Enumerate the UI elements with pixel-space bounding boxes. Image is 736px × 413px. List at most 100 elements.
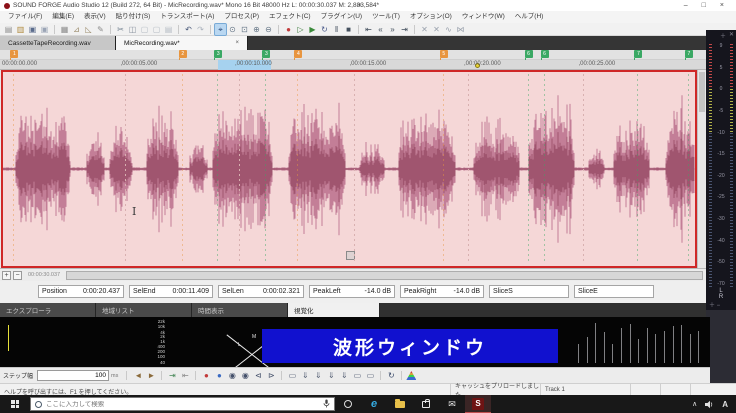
in-point-icon[interactable]: ⇥ (166, 370, 178, 382)
menu-item-1[interactable]: 編集(E) (47, 11, 79, 23)
event-tool-a-icon[interactable]: ✕ (419, 24, 430, 35)
undo-icon[interactable]: ↶ (183, 24, 194, 35)
display-mode-4-icon[interactable]: ⇓ (325, 370, 337, 382)
zoom-out-icon[interactable]: ⊖ (263, 24, 274, 35)
next-marker-icon[interactable]: ► (145, 370, 157, 382)
out-point-icon[interactable]: ⇤ (179, 370, 191, 382)
show-hidden-icons-chevron[interactable]: ∧ (692, 400, 697, 408)
go-to-start-icon[interactable]: ⇤ (363, 24, 374, 35)
tab-close-icon[interactable]: × (235, 40, 239, 46)
menu-item-5[interactable]: プロセス(P) (219, 11, 264, 23)
marker-flag-4[interactable]: 4 (294, 50, 302, 58)
edge-browser-button[interactable]: e (361, 395, 387, 413)
cut-icon[interactable]: ✂ (115, 24, 126, 35)
display-mode-2-icon[interactable]: ⇓ (299, 370, 311, 382)
menu-item-7[interactable]: プラグイン(U) (316, 11, 368, 23)
vertical-scrollbar-thumb[interactable] (699, 72, 705, 112)
taskbar-search-box[interactable] (30, 397, 335, 411)
marker-flag-1[interactable]: 1 (10, 50, 18, 58)
view-eye-left-icon[interactable]: ◉ (226, 370, 238, 382)
speaker-right-icon[interactable]: ⊳ (265, 370, 277, 382)
marker-flag-5[interactable]: 5 (440, 50, 448, 58)
minimize-icon[interactable]: – (684, 0, 688, 11)
trim-crop-icon[interactable]: ⊿ (71, 24, 82, 35)
sonogram-palette-icon[interactable] (406, 371, 416, 380)
stop-icon[interactable]: ■ (343, 24, 354, 35)
marker-flag-6[interactable]: 6 (541, 50, 549, 58)
step-width-input[interactable] (37, 370, 109, 381)
play-all-icon[interactable]: ▷ (295, 24, 306, 35)
crossfade-tool-icon[interactable]: ⋈ (455, 24, 466, 35)
panel-tab-3[interactable]: 視覚化 (288, 303, 380, 317)
meter-footer-controls[interactable]: ＋ − (709, 300, 720, 309)
save-file-icon[interactable]: ▣ (27, 24, 38, 35)
marker-bar[interactable]: 1 2 3 3 4 5 66 7 7 (0, 50, 706, 60)
menu-item-3[interactable]: 貼り付け(S) (111, 11, 156, 23)
zoom-out-button[interactable]: − (13, 271, 22, 280)
edit-tool-icon[interactable]: ⌖ (215, 24, 226, 35)
magnify-tool-icon[interactable]: ⊙ (227, 24, 238, 35)
new-file-icon[interactable]: ▤ (3, 24, 14, 35)
panel-tab-1[interactable]: 地域リスト (96, 303, 192, 317)
cortana-icon[interactable] (35, 401, 42, 408)
forward-icon[interactable]: » (387, 24, 398, 35)
panel-close-icon[interactable]: × (358, 3, 362, 9)
redo-icon[interactable]: ↷ (195, 24, 206, 35)
envelope-tool-icon[interactable]: ∿ (443, 24, 454, 35)
pencil-tool-icon[interactable]: ✎ (95, 24, 106, 35)
paste-special-icon[interactable]: ▢ (151, 24, 162, 35)
status-field-slices[interactable]: SliceS (489, 285, 569, 298)
record-icon[interactable]: ● (283, 24, 294, 35)
status-field-sellen[interactable]: SelLen0:00:02.321 (218, 285, 304, 298)
marker-flag-7[interactable]: 7 (634, 50, 642, 58)
pause-icon[interactable]: ‖ (331, 24, 342, 35)
zoom-in-button[interactable]: + (2, 271, 11, 280)
save-as-icon[interactable]: ▣ (39, 24, 50, 35)
display-mode-7-icon[interactable]: ▭ (364, 370, 376, 382)
marker-flag-3[interactable]: 3 (214, 50, 222, 58)
time-ruler[interactable]: 00:00:00.000,00:00:05.000,00:00:10.000,0… (0, 60, 706, 70)
status-field-peakleft[interactable]: PeakLeft-14.0 dB (309, 285, 395, 298)
prev-marker-icon[interactable]: ◄ (132, 370, 144, 382)
status-field-slicee[interactable]: SliceE (574, 285, 654, 298)
menu-item-10[interactable]: ウィンドウ(W) (457, 11, 510, 23)
microphone-icon[interactable] (323, 395, 330, 413)
soundforge-taskbar-button[interactable]: S (465, 395, 491, 413)
display-mode-1-icon[interactable]: ▭ (286, 370, 298, 382)
status-field-selend[interactable]: SelEnd0:00:11.409 (129, 285, 213, 298)
play-icon[interactable]: ▶ (307, 24, 318, 35)
waveform-window[interactable]: I (1, 70, 697, 268)
view-eye-right-icon[interactable]: ◉ (239, 370, 251, 382)
zoom-selection-icon[interactable]: ⊡ (239, 24, 250, 35)
marker-flag-6[interactable]: 6 (525, 50, 533, 58)
copy-icon[interactable]: ◫ (127, 24, 138, 35)
status-field-peakright[interactable]: PeakRight-14.0 dB (400, 285, 484, 298)
meter-pin-icon[interactable]: ＋ (720, 31, 726, 40)
refresh-icon[interactable]: ↻ (385, 370, 397, 382)
document-tab-1[interactable]: MicRecording.wav*× (116, 36, 248, 50)
close-icon[interactable]: × (720, 0, 724, 11)
menu-item-2[interactable]: 表示(V) (79, 11, 111, 23)
rewind-icon[interactable]: « (375, 24, 386, 35)
display-mode-3-icon[interactable]: ⇓ (312, 370, 324, 382)
display-mode-6-icon[interactable]: ▭ (351, 370, 363, 382)
meter-close-icon[interactable]: ✕ (729, 31, 734, 40)
event-tool-b-icon[interactable]: ✕ (431, 24, 442, 35)
input-monitor-icon[interactable]: ● (213, 370, 225, 382)
horizontal-scrollbar-thumb[interactable] (66, 271, 703, 280)
zoom-in-icon[interactable]: ⊕ (251, 24, 262, 35)
file-explorer-button[interactable] (387, 395, 413, 413)
start-button[interactable] (0, 395, 30, 413)
search-input[interactable] (46, 401, 319, 408)
file-properties-icon[interactable]: ▦ (59, 24, 70, 35)
volume-icon[interactable] (705, 400, 714, 409)
store-button[interactable] (413, 395, 439, 413)
marker-flag-7[interactable]: 7 (685, 50, 693, 58)
document-tab-0[interactable]: CassetteTapeRecording.wav (0, 36, 116, 50)
marker-flag-3[interactable]: 3 (262, 50, 270, 58)
marker-flag-2[interactable]: 2 (179, 50, 187, 58)
panel-tab-2[interactable]: 時間表示 (192, 303, 288, 317)
fade-tool-icon[interactable]: ◺ (83, 24, 94, 35)
mail-button[interactable]: ✉ (439, 395, 465, 413)
menu-item-8[interactable]: ツール(T) (367, 11, 405, 23)
